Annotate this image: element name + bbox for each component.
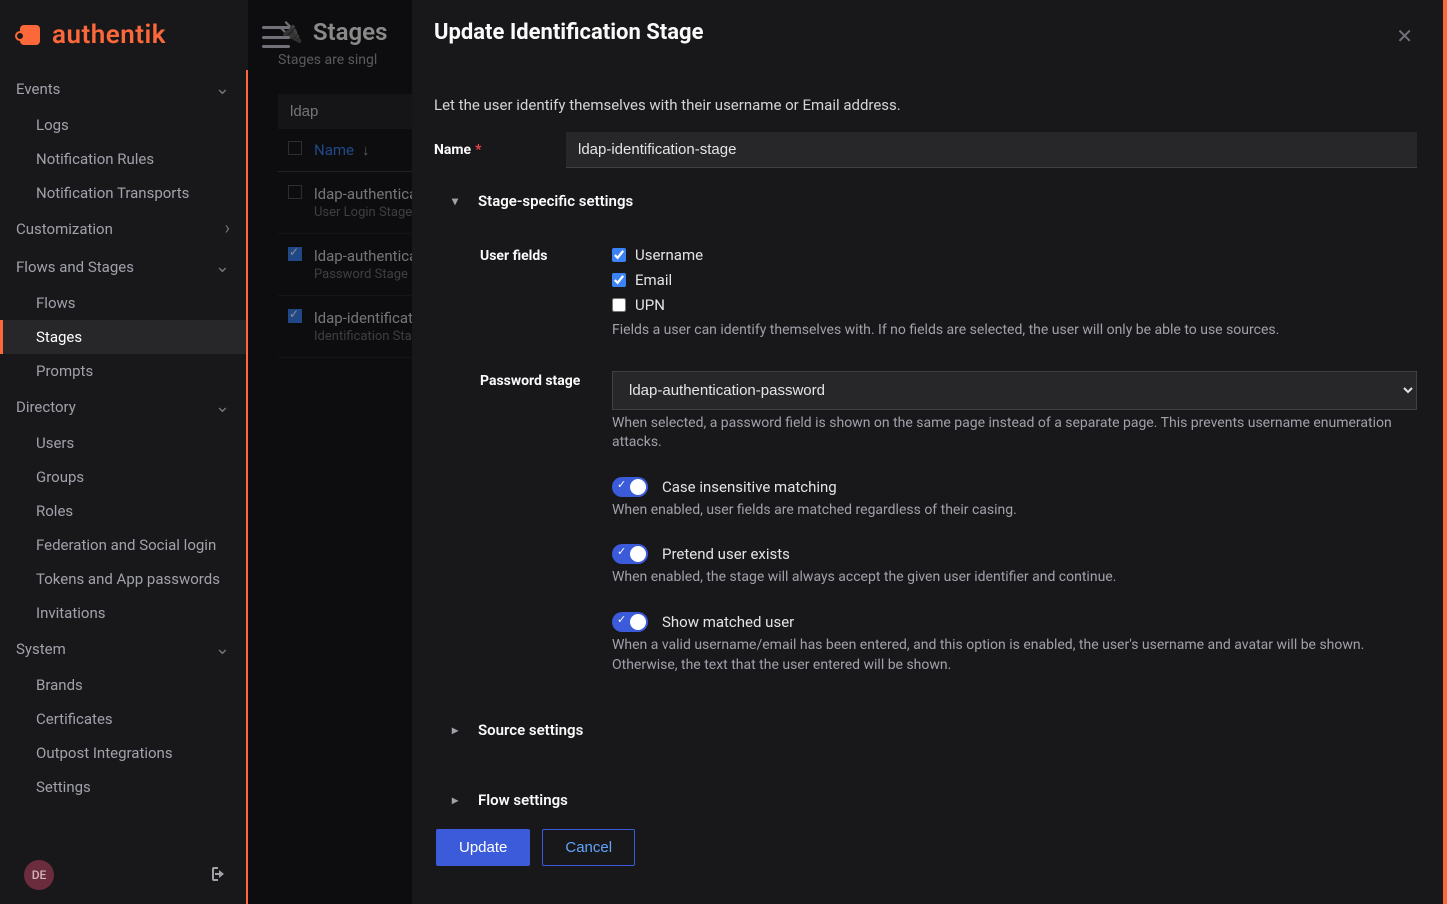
email-checkbox[interactable]: Email — [612, 271, 1417, 289]
modal-title: Update Identification Stage — [434, 20, 703, 45]
chevron-down-icon: ⌄ — [215, 398, 230, 416]
case-insensitive-label: Case insensitive matching — [662, 478, 837, 496]
column-name-label: Name — [314, 141, 354, 159]
column-name[interactable]: Name ↓ — [314, 141, 369, 159]
chevron-down-icon: ⌄ — [215, 80, 230, 98]
show-matched-toggle[interactable] — [612, 612, 648, 632]
user-fields-help: Fields a user can identify themselves wi… — [612, 321, 1417, 341]
nav-section-label: Flows and Stages — [16, 258, 134, 276]
menu-toggle-icon[interactable] — [262, 26, 290, 48]
upn-checkbox[interactable]: UPN — [612, 296, 1417, 314]
chevron-right-icon: ▸ — [452, 723, 464, 737]
nav-item-roles[interactable]: Roles — [0, 494, 246, 528]
stage-settings-accordion[interactable]: ▾ Stage-specific settings — [434, 186, 1417, 216]
nav-section-customization[interactable]: Customization › — [0, 210, 246, 248]
nav-section-label: Events — [16, 80, 60, 98]
update-stage-modal: Update Identification Stage ✕ Let the us… — [412, 0, 1447, 904]
nav-item-invitations[interactable]: Invitations — [0, 596, 246, 630]
case-insensitive-toggle[interactable] — [612, 477, 648, 497]
name-input[interactable] — [566, 132, 1417, 168]
sort-down-icon: ↓ — [362, 141, 370, 159]
row-checkbox[interactable] — [288, 185, 302, 199]
brand-text: authentik — [52, 20, 166, 50]
chevron-down-icon: ⌄ — [215, 640, 230, 658]
name-label: Name* — [434, 142, 566, 158]
nav-section-events[interactable]: Events ⌄ — [0, 70, 246, 108]
nav-item-settings[interactable]: Settings — [0, 770, 246, 804]
nav-item-brands[interactable]: Brands — [0, 668, 246, 702]
email-checkbox-label: Email — [635, 271, 672, 289]
nav-section-label: Directory — [16, 398, 76, 416]
nav-item-tokens[interactable]: Tokens and App passwords — [0, 562, 246, 596]
username-checkbox-input[interactable] — [612, 248, 626, 262]
select-all-checkbox[interactable] — [288, 141, 302, 155]
user-fields-label: User fields — [480, 246, 612, 341]
required-indicator: * — [475, 142, 481, 158]
case-insensitive-help: When enabled, user fields are matched re… — [612, 501, 1417, 521]
pretend-user-toggle[interactable] — [612, 544, 648, 564]
password-stage-select[interactable]: ldap-authentication-password — [612, 371, 1417, 410]
username-checkbox[interactable]: Username — [612, 246, 1417, 264]
upn-checkbox-label: UPN — [635, 296, 665, 314]
accordion-label: Stage-specific settings — [478, 192, 633, 210]
update-button[interactable]: Update — [436, 829, 530, 866]
chevron-down-icon: ⌄ — [215, 258, 230, 276]
nav-item-logs[interactable]: Logs — [0, 108, 246, 142]
nav-item-prompts[interactable]: Prompts — [0, 354, 246, 388]
row-checkbox[interactable] — [288, 247, 302, 261]
brand-icon — [18, 21, 46, 49]
nav-item-outpost[interactable]: Outpost Integrations — [0, 736, 246, 770]
accordion-label: Flow settings — [478, 791, 568, 809]
show-matched-label: Show matched user — [662, 613, 794, 631]
nav-section-label: Customization — [16, 220, 113, 238]
nav-item-notification-transports[interactable]: Notification Transports — [0, 176, 246, 210]
sidebar: authentik Events ⌄ Logs Notification Rul… — [0, 0, 248, 904]
cancel-button[interactable]: Cancel — [542, 829, 635, 866]
nav-item-notification-rules[interactable]: Notification Rules — [0, 142, 246, 176]
pretend-user-label: Pretend user exists — [662, 545, 790, 563]
modal-description: Let the user identify themselves with th… — [434, 96, 1417, 114]
nav-item-flows[interactable]: Flows — [0, 286, 246, 320]
logout-icon[interactable] — [208, 866, 224, 885]
accordion-label: Source settings — [478, 721, 583, 739]
source-settings-accordion[interactable]: ▸ Source settings — [434, 715, 1417, 745]
pretend-user-help: When enabled, the stage will always acce… — [612, 568, 1417, 588]
user-avatar[interactable]: DE — [24, 860, 54, 890]
page-title: Stages — [313, 18, 388, 46]
nav-section-flows[interactable]: Flows and Stages ⌄ — [0, 248, 246, 286]
password-stage-help: When selected, a password field is shown… — [612, 414, 1417, 453]
nav-section-system[interactable]: System ⌄ — [0, 630, 246, 668]
nav-section-label: System — [16, 640, 66, 658]
name-label-text: Name — [434, 142, 471, 158]
email-checkbox-input[interactable] — [612, 273, 626, 287]
nav-item-federation[interactable]: Federation and Social login — [0, 528, 246, 562]
nav-item-groups[interactable]: Groups — [0, 460, 246, 494]
row-checkbox[interactable] — [288, 309, 302, 323]
chevron-right-icon: › — [225, 220, 230, 238]
sidebar-footer: DE — [0, 846, 248, 904]
username-checkbox-label: Username — [635, 246, 703, 264]
chevron-down-icon: ▾ — [452, 194, 464, 208]
flow-settings-accordion[interactable]: ▸ Flow settings — [434, 785, 1417, 815]
nav-item-stages[interactable]: Stages — [0, 320, 246, 354]
nav: Events ⌄ Logs Notification Rules Notific… — [0, 70, 248, 904]
show-matched-help: When a valid username/email has been ent… — [612, 636, 1417, 675]
nav-section-directory[interactable]: Directory ⌄ — [0, 388, 246, 426]
password-stage-label: Password stage — [480, 371, 612, 453]
close-icon[interactable]: ✕ — [1392, 20, 1417, 52]
nav-item-users[interactable]: Users — [0, 426, 246, 460]
nav-item-certificates[interactable]: Certificates — [0, 702, 246, 736]
chevron-right-icon: ▸ — [452, 793, 464, 807]
brand-logo[interactable]: authentik — [0, 0, 248, 70]
upn-checkbox-input[interactable] — [612, 298, 626, 312]
